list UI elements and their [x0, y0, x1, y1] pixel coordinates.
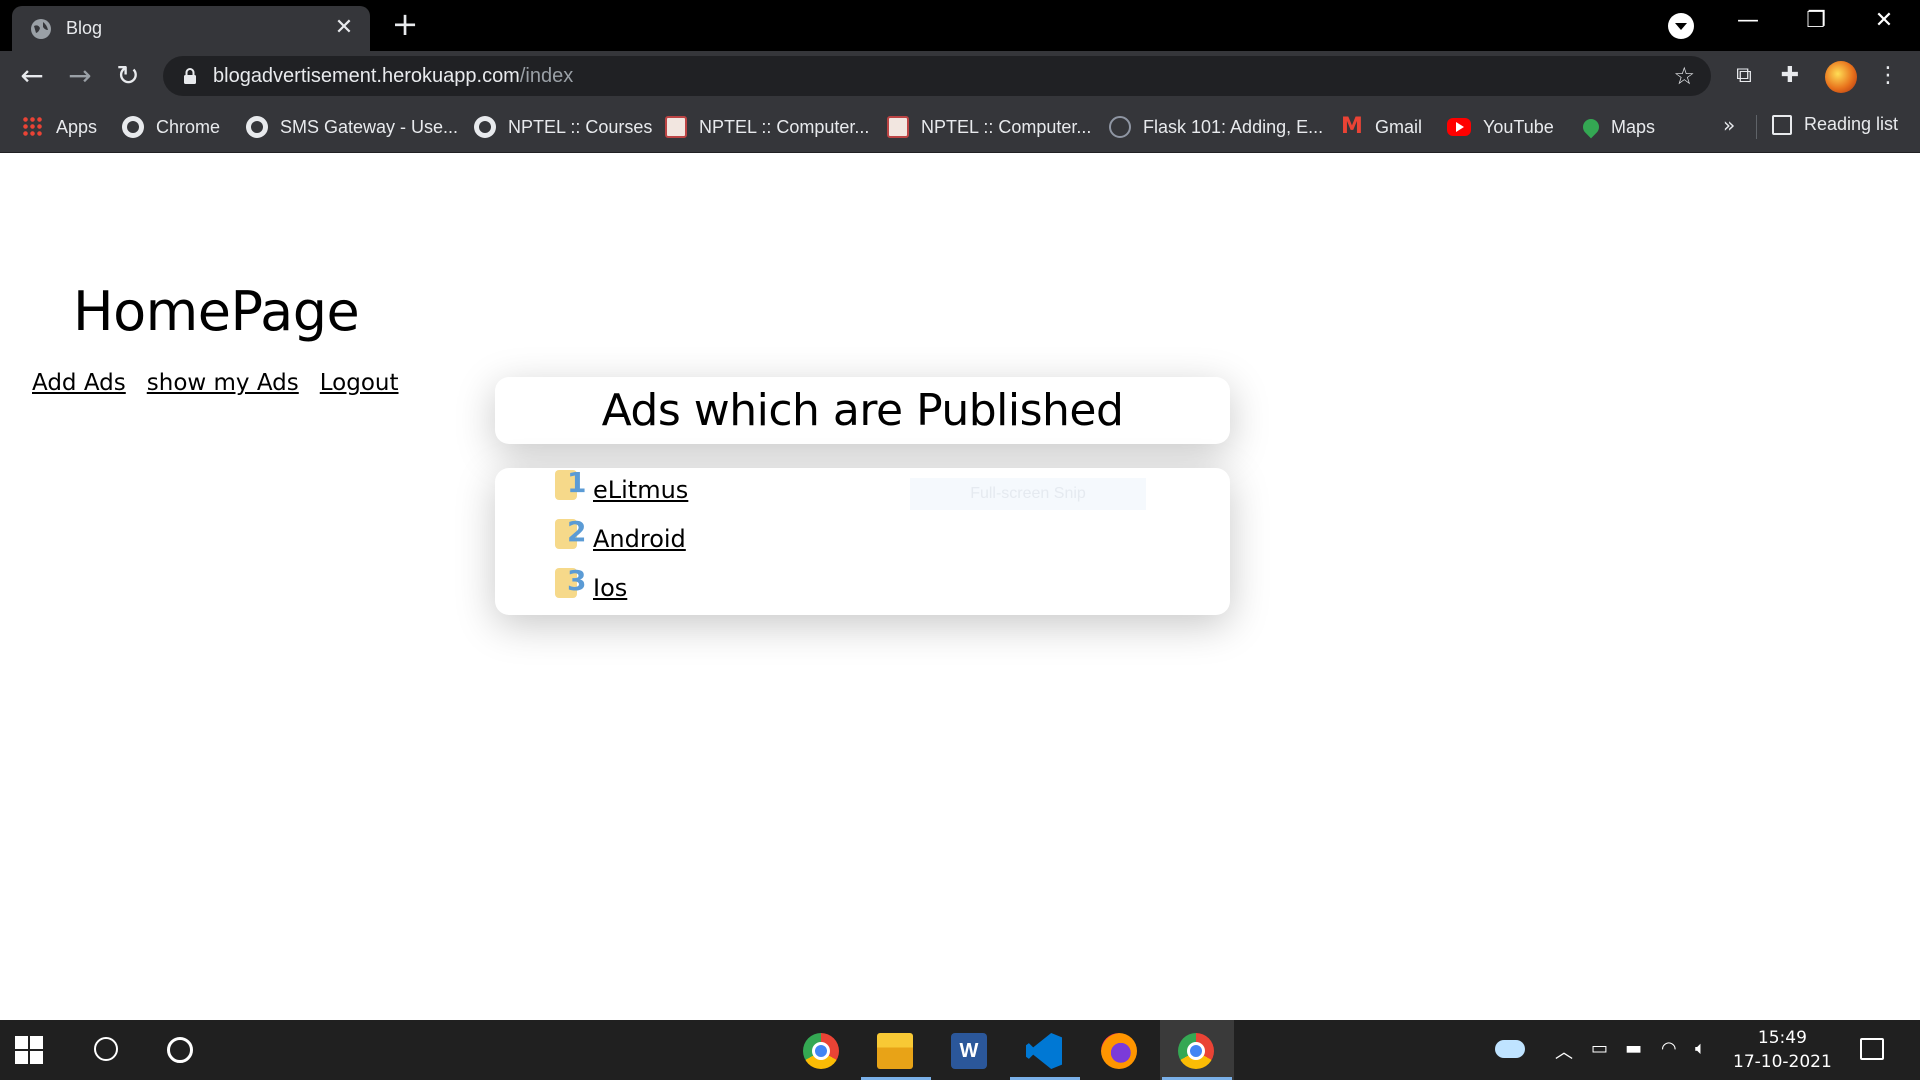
clock-date: 17-10-2021 — [1733, 1052, 1832, 1072]
chrome-icon — [1178, 1033, 1214, 1069]
wifi-icon[interactable]: ◠ — [1661, 1038, 1677, 1059]
bookmark-nptel-computer-2[interactable]: NPTEL :: Computer... — [887, 114, 1091, 140]
globe-icon — [474, 116, 496, 138]
taskbar-chrome[interactable] — [785, 1020, 859, 1080]
bookmark-nptel-computer-1[interactable]: NPTEL :: Computer... — [665, 114, 869, 140]
ads-heading: Ads which are Published — [601, 385, 1124, 436]
logout-link[interactable]: Logout — [320, 370, 399, 396]
gmail-icon — [1341, 114, 1363, 139]
tab-strip: Blog ✕ + — ❐ ✕ — [0, 0, 1920, 51]
battery-icon[interactable]: ▬ — [1625, 1038, 1642, 1059]
file-explorer-icon — [877, 1033, 913, 1069]
volume-icon[interactable]: 🔈︎ — [1695, 1038, 1706, 1059]
forward-arrow-icon[interactable]: → — [64, 60, 96, 92]
list-item: 1 eLitmus — [555, 466, 688, 504]
tab-close-icon[interactable]: ✕ — [332, 16, 356, 40]
url-text: blogadvertisement.herokuapp.com/index — [213, 65, 574, 87]
minimize-button[interactable]: — — [1728, 6, 1768, 36]
bookmark-youtube[interactable]: YouTube — [1447, 114, 1554, 140]
taskbar-file-explorer[interactable] — [859, 1020, 933, 1080]
back-arrow-icon[interactable]: ← — [16, 60, 48, 92]
tab-search-icon[interactable] — [1668, 13, 1694, 39]
globe-icon — [31, 19, 51, 39]
bookmarks-divider — [1756, 115, 1757, 139]
nptel-icon — [887, 116, 909, 138]
chevron-up-icon[interactable]: ︿ — [1555, 1038, 1573, 1064]
bookmark-chrome[interactable]: Chrome — [122, 114, 220, 140]
flask-icon — [1109, 116, 1131, 138]
menu-kebab-icon[interactable]: ⋮ — [1875, 63, 1901, 89]
windows-start-icon[interactable] — [15, 1036, 43, 1064]
list-number-badge: 3 — [555, 564, 586, 600]
clock-time: 15:49 — [1757, 1028, 1807, 1048]
browser-toolbar: ← → ↻ blogadvertisement.herokuapp.com/in… — [0, 51, 1920, 101]
list-item: 3 Ios — [555, 564, 627, 602]
tab-title: Blog — [66, 18, 103, 38]
nptel-icon — [665, 116, 687, 138]
bookmark-maps[interactable]: Maps — [1579, 114, 1655, 140]
taskbar-word[interactable]: W — [933, 1020, 1007, 1080]
system-clock[interactable]: 15:49 17-10-2021 — [1733, 1026, 1832, 1074]
add-ads-link[interactable]: Add Ads — [32, 370, 126, 396]
snip-overlay: Full-screen Snip — [910, 478, 1146, 510]
taskbar-vscode[interactable] — [1008, 1020, 1082, 1080]
profile-avatar[interactable] — [1825, 61, 1857, 93]
ad-link-elitmus[interactable]: eLitmus — [593, 476, 688, 504]
puzzle-extensions-icon[interactable]: ✚ — [1777, 63, 1803, 89]
ads-heading-card: Ads which are Published — [495, 377, 1230, 444]
bookmarks-overflow-icon[interactable]: » — [1723, 113, 1735, 137]
globe-icon — [246, 116, 268, 138]
bookmark-gmail[interactable]: Gmail — [1341, 114, 1422, 140]
page-content: HomePage Add Ads show my Ads Logout Ads … — [0, 154, 1920, 1020]
reload-icon[interactable]: ↻ — [112, 60, 144, 92]
bookmarks-bar: Apps Chrome SMS Gateway - Use... NPTEL :… — [0, 101, 1920, 153]
taskbar-chrome-active[interactable] — [1160, 1020, 1234, 1080]
list-number-badge: 1 — [555, 466, 586, 502]
meet-now-icon[interactable]: ▭ — [1591, 1038, 1608, 1059]
extension-icon[interactable]: ⧉ — [1731, 63, 1757, 89]
firefox-icon — [1101, 1033, 1137, 1069]
new-tab-button[interactable]: + — [390, 8, 420, 40]
show-my-ads-link[interactable]: show my Ads — [147, 370, 299, 396]
address-bar[interactable]: blogadvertisement.herokuapp.com/index ☆ — [163, 56, 1711, 96]
bookmark-apps[interactable]: Apps — [22, 114, 97, 140]
apps-grid-icon — [22, 116, 44, 138]
ads-list: 1 eLitmus 2 Android 3 Ios Full-screen Sn… — [495, 466, 1230, 615]
reading-list-button[interactable]: Reading list — [1772, 114, 1898, 135]
reading-list-icon — [1772, 114, 1792, 135]
youtube-icon — [1447, 118, 1471, 136]
chrome-icon — [803, 1033, 839, 1069]
restore-button[interactable]: ❐ — [1796, 6, 1836, 36]
vscode-icon — [1026, 1033, 1062, 1069]
windows-taskbar: W ︿ ▭ ▬ ◠ 🔈︎ 15:49 17-10-2021 — [0, 1020, 1920, 1080]
word-icon: W — [951, 1033, 987, 1069]
browser-tab[interactable]: Blog ✕ — [12, 6, 370, 51]
search-icon[interactable] — [94, 1037, 118, 1061]
ad-link-android[interactable]: Android — [593, 525, 686, 553]
close-window-button[interactable]: ✕ — [1864, 6, 1904, 36]
ad-link-ios[interactable]: Ios — [593, 574, 627, 602]
weather-cloud-icon[interactable] — [1495, 1040, 1525, 1058]
notifications-icon[interactable] — [1860, 1038, 1884, 1060]
page-title: HomePage — [73, 280, 360, 343]
bookmark-flask[interactable]: Flask 101: Adding, E... — [1109, 114, 1323, 140]
lock-icon — [184, 68, 196, 84]
taskbar-firefox[interactable] — [1083, 1020, 1157, 1080]
bookmark-nptel-courses[interactable]: NPTEL :: Courses — [474, 114, 652, 140]
maps-icon — [1579, 115, 1603, 139]
list-number-badge: 2 — [555, 515, 586, 551]
globe-icon — [122, 116, 144, 138]
bookmark-star-icon[interactable]: ☆ — [1673, 62, 1695, 90]
cortana-icon[interactable] — [167, 1037, 193, 1063]
list-item: 2 Android — [555, 515, 686, 553]
page-nav: Add Ads show my Ads Logout — [32, 370, 399, 396]
bookmark-sms-gateway[interactable]: SMS Gateway - Use... — [246, 114, 458, 140]
